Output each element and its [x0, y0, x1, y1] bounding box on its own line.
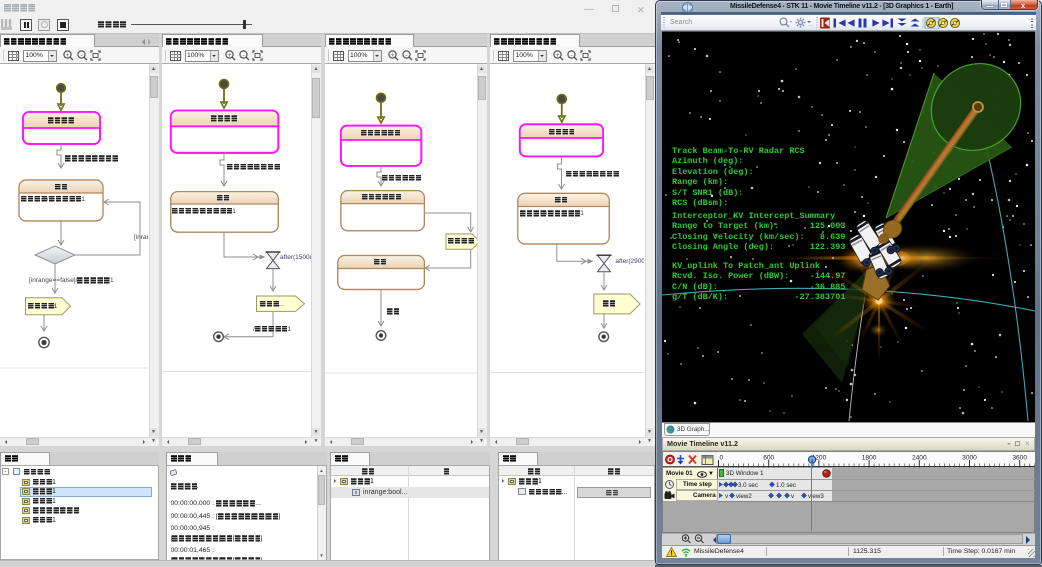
- svg-text:-: -: [242, 52, 244, 59]
- svg-text:1800: 1800: [861, 454, 876, 461]
- svg-text:2400: 2400: [911, 454, 926, 461]
- svg-text:!: !: [670, 551, 672, 558]
- svg-text:+: +: [556, 52, 560, 59]
- svg-text:+: +: [227, 52, 231, 59]
- svg-text:+: +: [390, 52, 394, 59]
- svg-text:v: v: [725, 493, 729, 500]
- svg-text:600: 600: [763, 454, 774, 461]
- svg-text:3.0 sec: 3.0 sec: [738, 482, 758, 489]
- svg-text:3600: 3600: [1012, 454, 1027, 461]
- svg-text:0: 0: [719, 454, 723, 461]
- svg-text:-: -: [80, 52, 82, 59]
- svg-text:1.0 sec: 1.0 sec: [776, 482, 796, 489]
- svg-text:view2: view2: [736, 493, 752, 500]
- svg-text:-: -: [405, 52, 407, 59]
- svg-text:v: v: [791, 493, 795, 500]
- svg-text:3000: 3000: [962, 454, 977, 461]
- svg-text:-: -: [570, 52, 572, 59]
- svg-text:+: +: [66, 52, 70, 59]
